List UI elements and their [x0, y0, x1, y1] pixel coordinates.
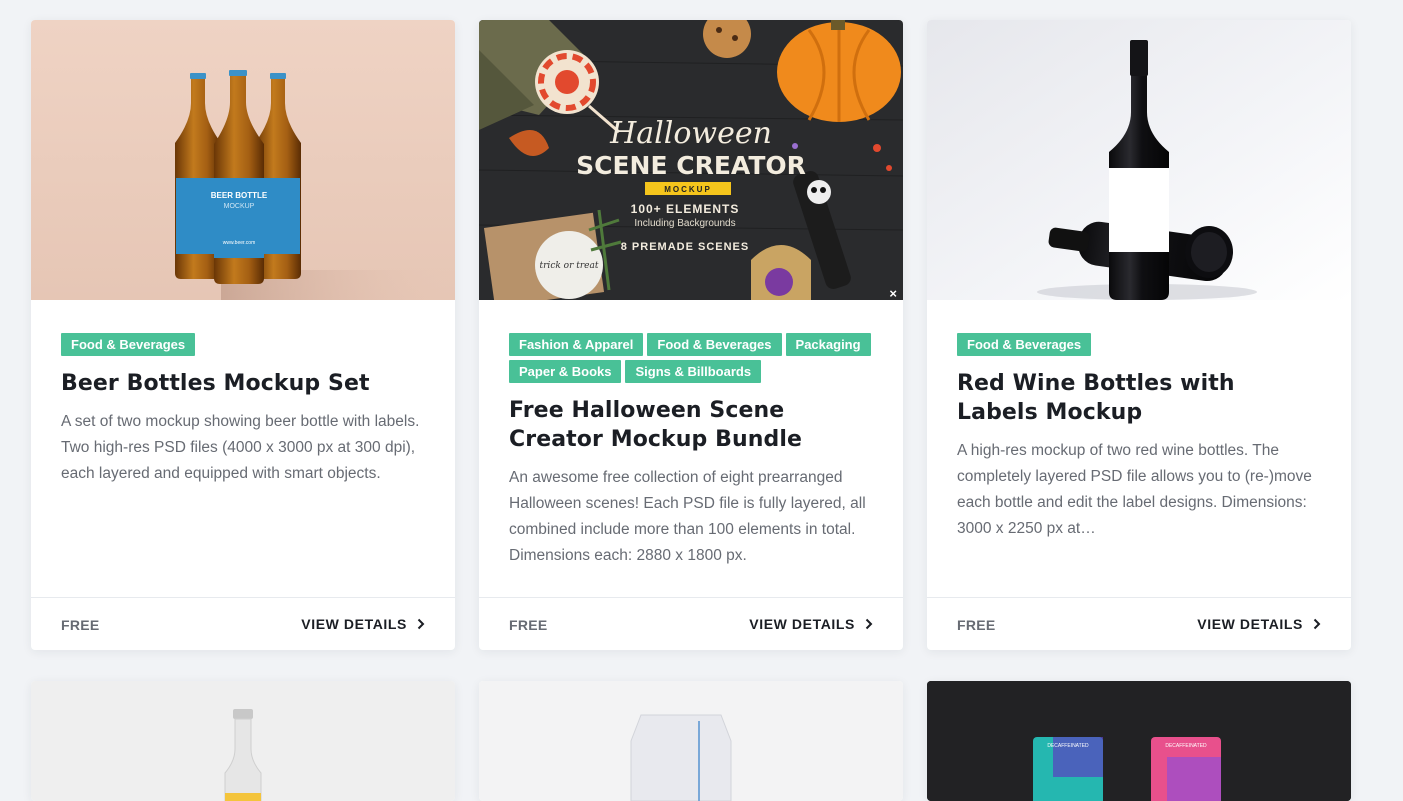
premade-scenes-text: 8 PREMADE SCENES: [621, 241, 749, 253]
card-footer: FREE VIEW DETAILS: [479, 597, 903, 650]
backgrounds-text: Including Backgrounds: [634, 218, 735, 229]
view-details-label: VIEW DETAILS: [1197, 616, 1303, 632]
product-card-halloween[interactable]: trick or treat Halloween SCENE CREATOR M…: [479, 20, 903, 650]
tag-list: Fashion & Apparel Food & Beverages Packa…: [509, 333, 873, 383]
card-description: A high-res mockup of two red wine bottle…: [957, 442, 1312, 537]
trick-or-treat-text: trick or treat: [540, 261, 599, 271]
product-thumbnail[interactable]: [927, 20, 1351, 300]
clear-bottle-image: [31, 681, 455, 801]
price-label: FREE: [509, 617, 548, 633]
category-tag[interactable]: Food & Beverages: [957, 333, 1092, 356]
bag-label-text: DECAFFEINATED: [1047, 743, 1089, 749]
chevron-right-icon: [865, 618, 873, 630]
beer-label-text: BEER BOTTLE: [211, 191, 268, 200]
mockup-badge-text: MOCKUP: [664, 185, 712, 194]
view-details-label: VIEW DETAILS: [301, 616, 407, 632]
tag-list: Food & Beverages: [957, 333, 1321, 356]
halloween-scene-image: trick or treat Halloween SCENE CREATOR M…: [479, 20, 903, 300]
view-details-label: VIEW DETAILS: [749, 616, 855, 632]
product-card-beer-single[interactable]: [31, 681, 455, 801]
category-tag[interactable]: Food & Beverages: [61, 333, 196, 356]
beer-label-url: www.beer.com: [223, 240, 256, 246]
product-thumbnail[interactable]: trick or treat Halloween SCENE CREATOR M…: [479, 20, 903, 300]
halloween-script-text: Halloween: [609, 116, 772, 151]
beer-label-subtext: MOCKUP: [224, 203, 255, 210]
category-tag[interactable]: Packaging: [785, 333, 871, 356]
coffee-bags-image: DECAFFEINATED DECAFFEINATED: [927, 681, 1351, 801]
card-description: A set of two mockup showing beer bottle …: [61, 413, 420, 482]
card-description: An awesome free collection of eight prea…: [509, 469, 866, 564]
wine-bottles-image: [927, 20, 1351, 300]
view-details-link[interactable]: VIEW DETAILS: [301, 616, 425, 632]
price-label: FREE: [61, 617, 100, 633]
pouch-bag-image: [479, 681, 903, 801]
category-tag[interactable]: Fashion & Apparel: [509, 333, 644, 356]
chevron-right-icon: [1313, 618, 1321, 630]
category-tag[interactable]: Food & Beverages: [647, 333, 782, 356]
card-title[interactable]: Red Wine Bottles with Labels Mockup: [957, 369, 1321, 427]
tag-list: Food & Beverages: [61, 333, 425, 356]
bag-label-text: DECAFFEINATED: [1165, 743, 1207, 749]
chevron-right-icon: [417, 618, 425, 630]
view-details-link[interactable]: VIEW DETAILS: [749, 616, 873, 632]
product-thumbnail[interactable]: BEER BOTTLE MOCKUP www.beer.com: [31, 20, 455, 300]
card-title[interactable]: Beer Bottles Mockup Set: [61, 369, 425, 398]
card-footer: FREE VIEW DETAILS: [31, 597, 455, 650]
category-tag[interactable]: Paper & Books: [509, 360, 622, 383]
product-card-coffee-bags[interactable]: DECAFFEINATED DECAFFEINATED: [927, 681, 1351, 801]
product-card-beer-bottles[interactable]: BEER BOTTLE MOCKUP www.beer.com Food & B…: [31, 20, 455, 650]
price-label: FREE: [957, 617, 996, 633]
beer-bottles-image: BEER BOTTLE MOCKUP www.beer.com: [31, 20, 455, 300]
product-card-red-wine[interactable]: Food & Beverages Red Wine Bottles with L…: [927, 20, 1351, 650]
view-details-link[interactable]: VIEW DETAILS: [1197, 616, 1321, 632]
category-tag[interactable]: Signs & Billboards: [625, 360, 762, 383]
card-title[interactable]: Free Halloween Scene Creator Mockup Bund…: [509, 396, 873, 454]
close-icon[interactable]: ×: [889, 287, 897, 300]
elements-count-text: 100+ ELEMENTS: [631, 202, 740, 216]
scene-creator-text: SCENE CREATOR: [576, 151, 806, 180]
card-footer: FREE VIEW DETAILS: [927, 597, 1351, 650]
product-card-pouch[interactable]: [479, 681, 903, 801]
